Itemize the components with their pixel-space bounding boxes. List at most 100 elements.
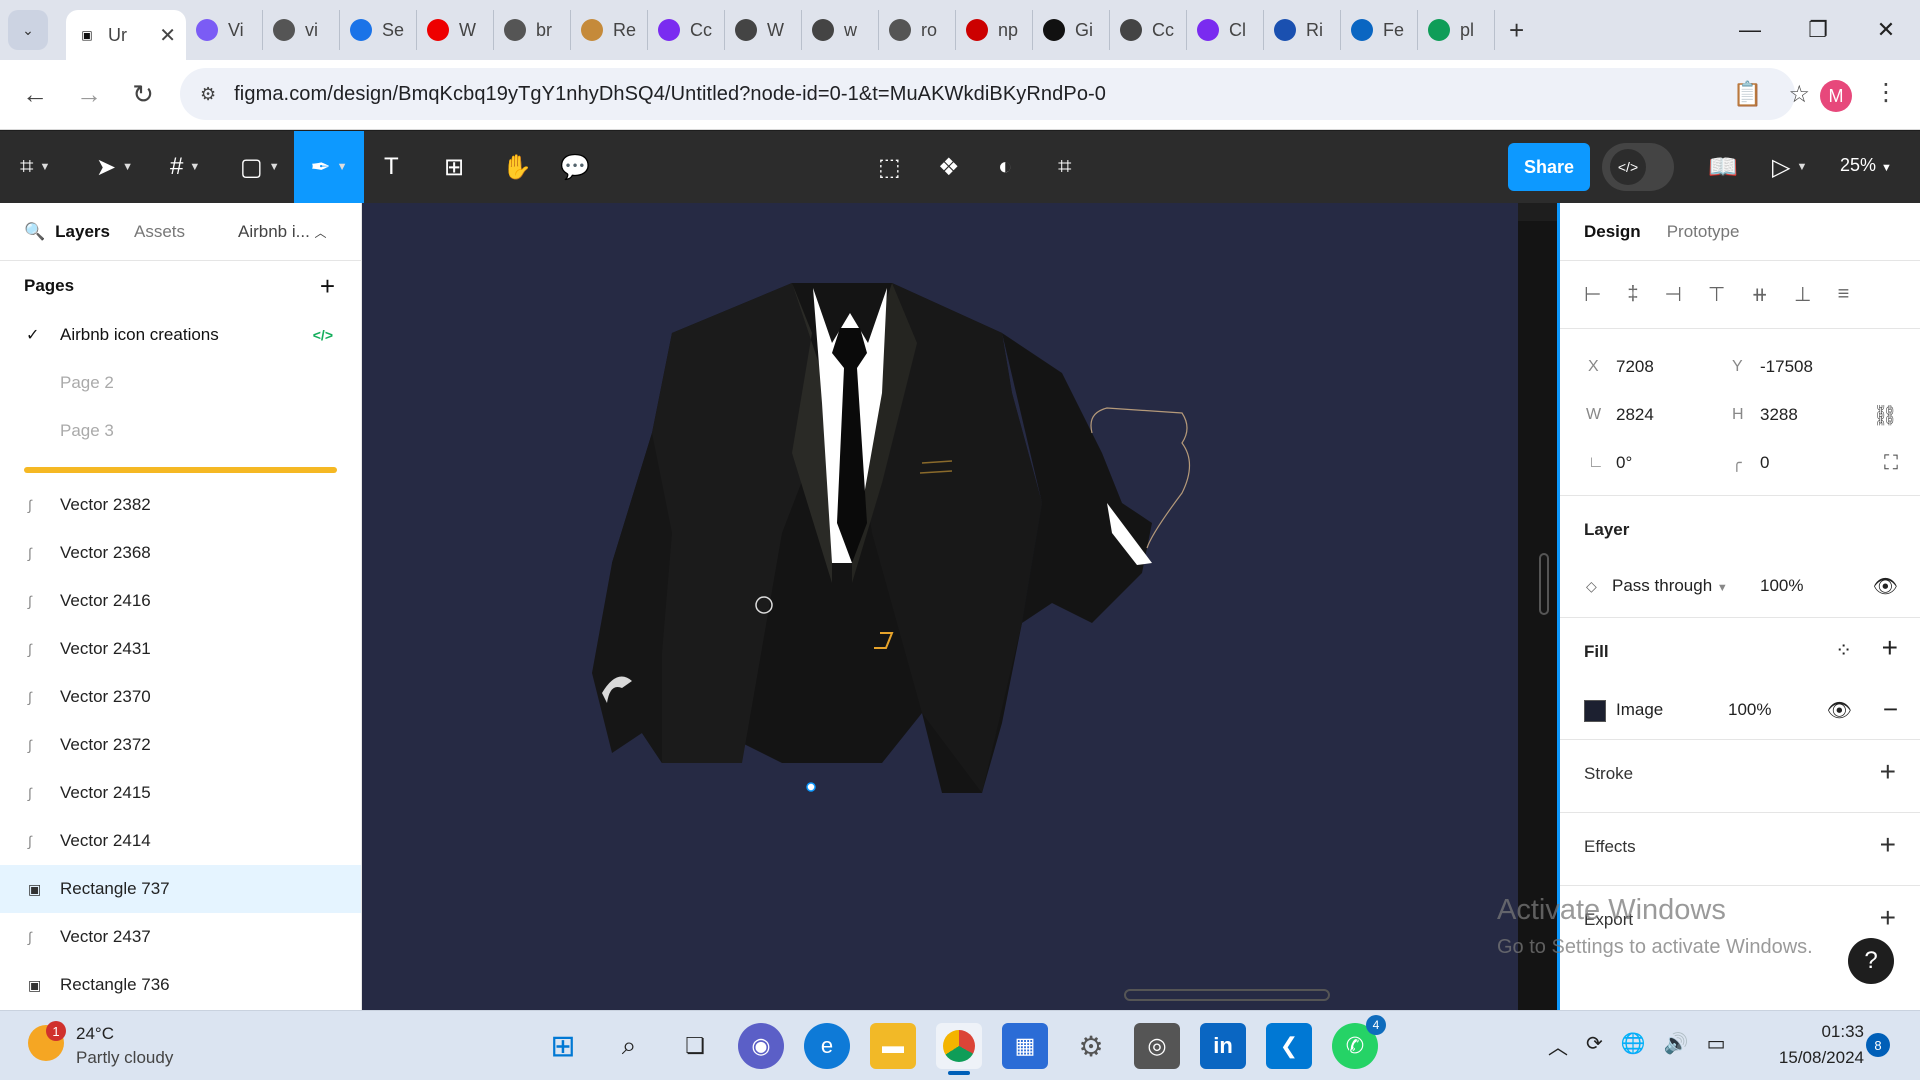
eye-icon[interactable]: 👁 [1827,698,1852,723]
zoom-menu[interactable]: 25% ▼ [1840,155,1892,176]
restore-icon[interactable]: ❐ [1784,0,1852,60]
layer-item[interactable]: ∫ Vector 2416 [0,577,361,625]
constrain-proportions-icon[interactable]: ⛓ [1873,403,1898,428]
layer-opacity-input[interactable]: 100% [1760,576,1803,596]
present-button[interactable]: ▷ ▼ [1772,147,1807,187]
chevron-up-icon[interactable]: ︿ [1548,1031,1568,1060]
browser-tab[interactable]: pl [1418,10,1495,50]
omnibox[interactable]: ⚙ figma.com/design/BmqKcbq19yTgY1nhyDhSQ… [180,68,1795,120]
browser-tab[interactable]: Cc [1110,10,1187,50]
fill-type[interactable]: Image [1616,700,1663,720]
page-item[interactable]: Page 3 [0,407,361,455]
tab-search-button[interactable]: ⌄ [8,10,48,50]
width-input[interactable]: 2824 [1616,405,1654,425]
file-explorer-icon[interactable]: ▬ [870,1023,916,1069]
add-fill-button[interactable]: + [1882,632,1898,664]
task-view-icon[interactable]: ❏ [672,1023,718,1069]
volume-icon[interactable]: 🔊 [1664,1031,1689,1060]
layer-item[interactable]: ∫ Vector 2370 [0,673,361,721]
search-icon[interactable]: ⌕ [606,1023,652,1069]
url-text[interactable]: figma.com/design/BmqKcbq19yTgY1nhyDhSQ4/… [234,83,1106,106]
page-item[interactable]: ✓ Airbnb icon creations </> [0,311,361,359]
layer-item[interactable]: ∫ Vector 2437 [0,913,361,961]
linkedin-icon[interactable]: in [1200,1023,1246,1069]
tab-assets[interactable]: Assets [134,222,185,242]
remove-fill-button[interactable]: − [1883,694,1898,725]
layer-item[interactable]: ▣ Rectangle 737 [0,865,361,913]
tab-active[interactable]: ▣ Ur ✕ [66,10,186,60]
align-center-h-icon[interactable]: ‡ [1627,283,1638,306]
layer-item[interactable]: ∫ Vector 2382 [0,481,361,529]
browser-tab[interactable]: w [802,10,879,50]
browser-tab[interactable]: np [956,10,1033,50]
layer-item[interactable]: ∫ Vector 2414 [0,817,361,865]
new-tab-button[interactable]: + [1509,15,1524,46]
clock[interactable]: 01:33 15/08/2024 [1764,1019,1864,1071]
y-input[interactable]: -17508 [1760,357,1813,377]
clipboard-icon[interactable]: 📋 [1733,80,1763,109]
tab-design[interactable]: Design [1584,222,1641,242]
suit-illustration[interactable] [362,203,1518,1010]
align-bottom-icon[interactable]: ⊥ [1794,282,1811,307]
frame-tool[interactable]: # ▼ [170,147,200,187]
browser-tab[interactable]: br [494,10,571,50]
browser-tab[interactable]: vi [263,10,340,50]
file-page-selector[interactable]: Airbnb i... ︿ [238,222,327,242]
fill-swatch[interactable] [1584,700,1606,722]
main-menu-button[interactable]: ⌗ ▼ [20,147,50,187]
microsoft-store-icon[interactable]: ▦ [1002,1023,1048,1069]
add-page-button[interactable]: + [320,271,335,302]
independent-corners-icon[interactable]: ⛶ [1884,452,1898,475]
adjacent-frame[interactable] [1518,221,1557,1010]
eye-icon[interactable]: 👁 [1873,574,1898,599]
layer-item[interactable]: ∫ Vector 2368 [0,529,361,577]
forward-button[interactable]: → [62,79,116,110]
pages-resize-divider[interactable] [24,467,337,473]
distribute-icon[interactable]: ≡ [1838,283,1850,306]
pen-tool[interactable]: ✒ ▼ [294,131,364,203]
chrome-icon[interactable] [936,1023,982,1075]
hand-tool[interactable]: ✋ [502,147,532,187]
bookmark-star-icon[interactable]: ☆ [1788,80,1810,109]
shape-tool[interactable]: ▢ ▼ [240,147,280,187]
create-component-button[interactable]: ❖ [938,147,960,187]
vscode-icon[interactable]: ❮ [1266,1023,1312,1069]
add-effect-button[interactable]: + [1880,829,1896,861]
tab-prototype[interactable]: Prototype [1667,222,1740,242]
canvas[interactable] [362,203,1557,1010]
resources-tool[interactable]: ⊞ [444,147,464,187]
move-tool[interactable]: ➤ ▼ [96,147,133,187]
rotation-input[interactable]: 0° [1616,453,1632,473]
windows-start-icon[interactable]: ⊞ [540,1023,586,1069]
browser-tab[interactable]: W [417,10,494,50]
browser-tab[interactable]: Gi [1033,10,1110,50]
close-tab-icon[interactable]: ✕ [159,23,176,48]
dev-mode-toggle[interactable]: </> [1602,143,1674,191]
comment-tool[interactable]: 💬 [560,147,590,187]
align-top-icon[interactable]: ⊤ [1708,282,1725,307]
help-button[interactable]: ? [1848,938,1894,984]
whatsapp-icon[interactable]: ✆ 4 [1332,1015,1386,1069]
crop-button[interactable]: ⌗ [1058,147,1072,187]
minimize-icon[interactable]: — [1716,0,1784,60]
horizontal-scrollbar[interactable] [1124,989,1330,1001]
browser-tab[interactable]: W [725,10,802,50]
browser-tab[interactable]: ro [879,10,956,50]
teams-chat-icon[interactable]: ◉ [738,1023,784,1069]
close-window-icon[interactable]: ✕ [1852,0,1920,60]
styles-grid-icon[interactable]: ⁘ [1835,638,1852,663]
notification-count-badge[interactable]: 8 [1866,1033,1890,1057]
site-info-icon[interactable]: ⚙ [200,84,216,105]
radius-input[interactable]: 0 [1760,453,1769,473]
canvas-frame[interactable] [362,203,1518,1010]
back-button[interactable]: ← [8,79,62,110]
browser-tab[interactable]: Cc [648,10,725,50]
browser-tab[interactable]: Se [340,10,417,50]
layer-item[interactable]: ∫ Vector 2415 [0,769,361,817]
browser-menu-icon[interactable]: ⋮ [1874,78,1898,107]
sync-icon[interactable]: ⟳ [1586,1031,1603,1060]
add-stroke-button[interactable]: + [1880,756,1896,788]
browser-tab[interactable]: Fe [1341,10,1418,50]
reload-button[interactable]: ↻ [116,79,170,110]
page-item[interactable]: Page 2 [0,359,361,407]
